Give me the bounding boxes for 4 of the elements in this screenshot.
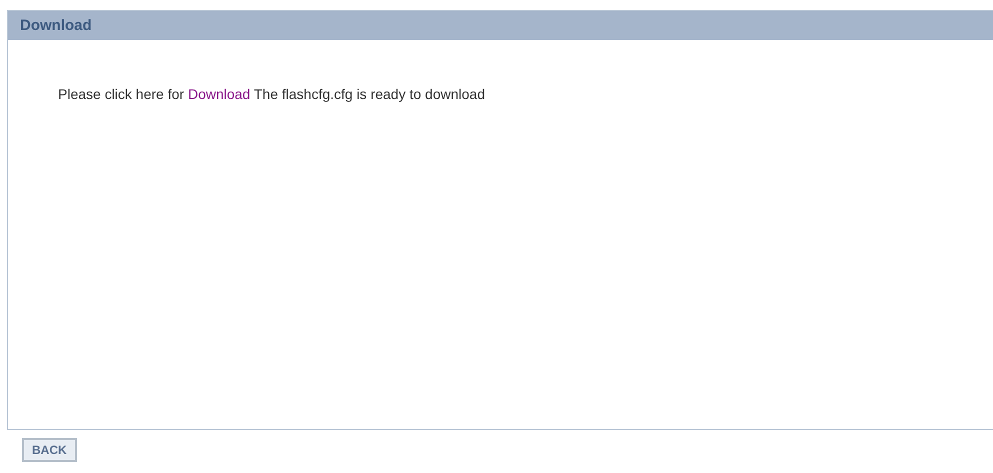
panel-title: Download <box>20 17 92 34</box>
download-link[interactable]: Download <box>188 86 250 102</box>
back-button[interactable]: BACK <box>22 438 77 462</box>
download-message: Please click here for Download The flashcfg.cfg is ready to download <box>58 86 486 102</box>
